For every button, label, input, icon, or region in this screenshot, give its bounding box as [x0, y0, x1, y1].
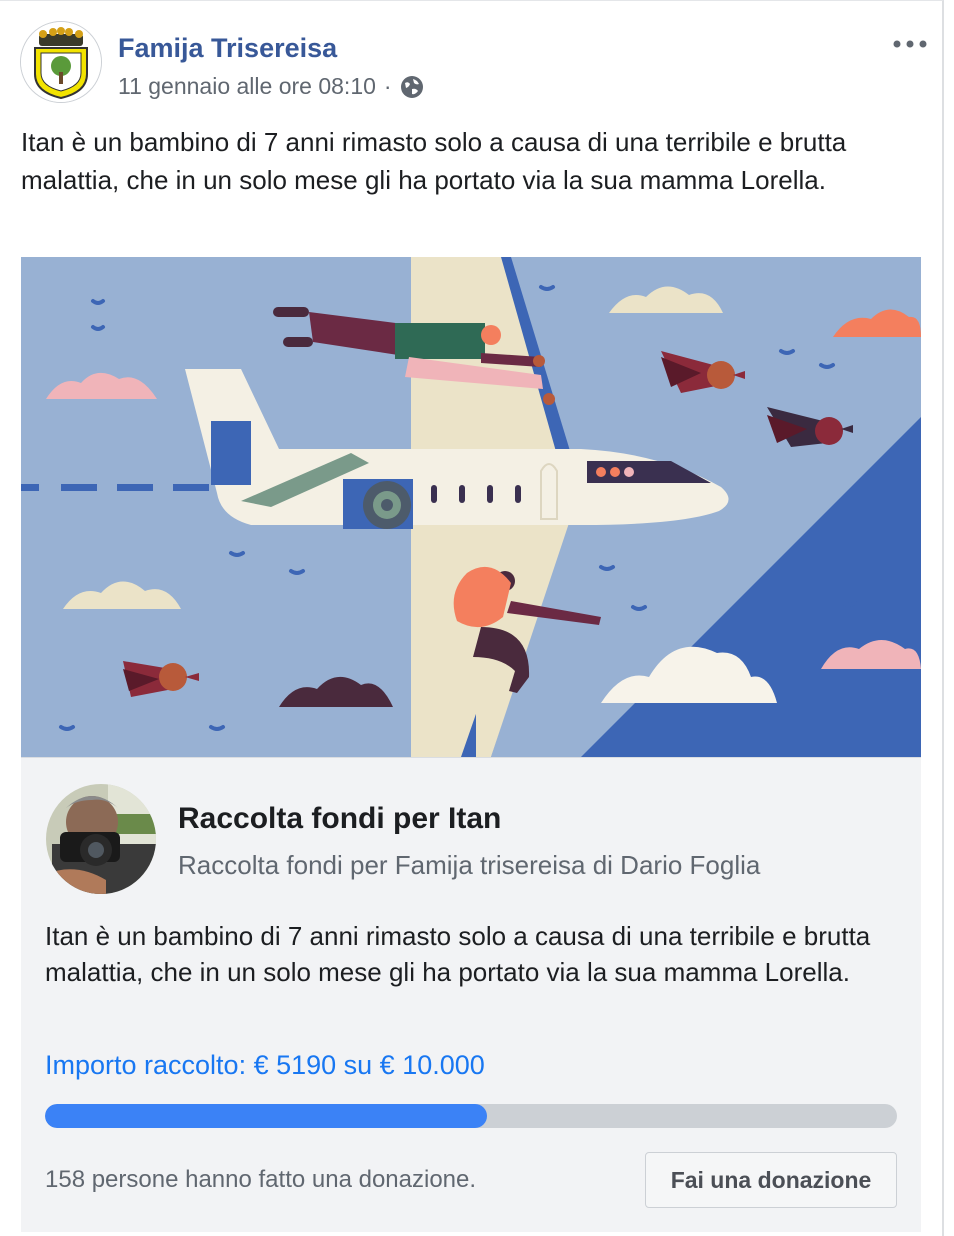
post-header: Famija Trisereisa 11 gennaio alle ore 08… [20, 21, 930, 111]
organizer-avatar[interactable] [46, 784, 156, 894]
donor-count: 158 persone hanno fatto una donazione. [45, 1166, 477, 1193]
fundraiser-cover-illustration[interactable] [21, 257, 921, 757]
airplane-illustration [21, 257, 921, 757]
fundraiser-title[interactable]: Raccolta fondi per Itan [178, 802, 501, 836]
meta-separator: · [383, 73, 392, 99]
page-avatar[interactable] [20, 21, 102, 103]
fundraiser-description: Itan è un bambino di 7 anni rimasto solo… [45, 921, 871, 987]
page-name-link[interactable]: Famija Trisereisa [118, 33, 337, 64]
fundraiser-box: Raccolta fondi per Itan Raccolta fondi p… [21, 757, 921, 1232]
donate-button[interactable]: Fai una donazione [645, 1152, 897, 1208]
post-timestamp[interactable]: 11 gennaio alle ore 08:10 [118, 73, 376, 100]
globe-icon[interactable] [400, 75, 424, 99]
fundraiser-subtitle: Raccolta fondi per Famija trisereisa di … [178, 850, 761, 880]
progress-bar [45, 1104, 897, 1128]
post-text: Itan è un bambino di 7 anni rimasto solo… [21, 127, 847, 195]
coat-of-arms-icon [21, 22, 101, 102]
photographer-avatar-icon [46, 784, 156, 894]
amount-raised: Importo raccolto: € 5190 su € 10.000 [45, 1050, 485, 1080]
post-meta: 11 gennaio alle ore 08:10 · [118, 73, 424, 100]
progress-bar-fill [45, 1104, 488, 1128]
more-options-icon[interactable] [890, 29, 930, 59]
post-card: Famija Trisereisa 11 gennaio alle ore 08… [0, 0, 944, 1236]
